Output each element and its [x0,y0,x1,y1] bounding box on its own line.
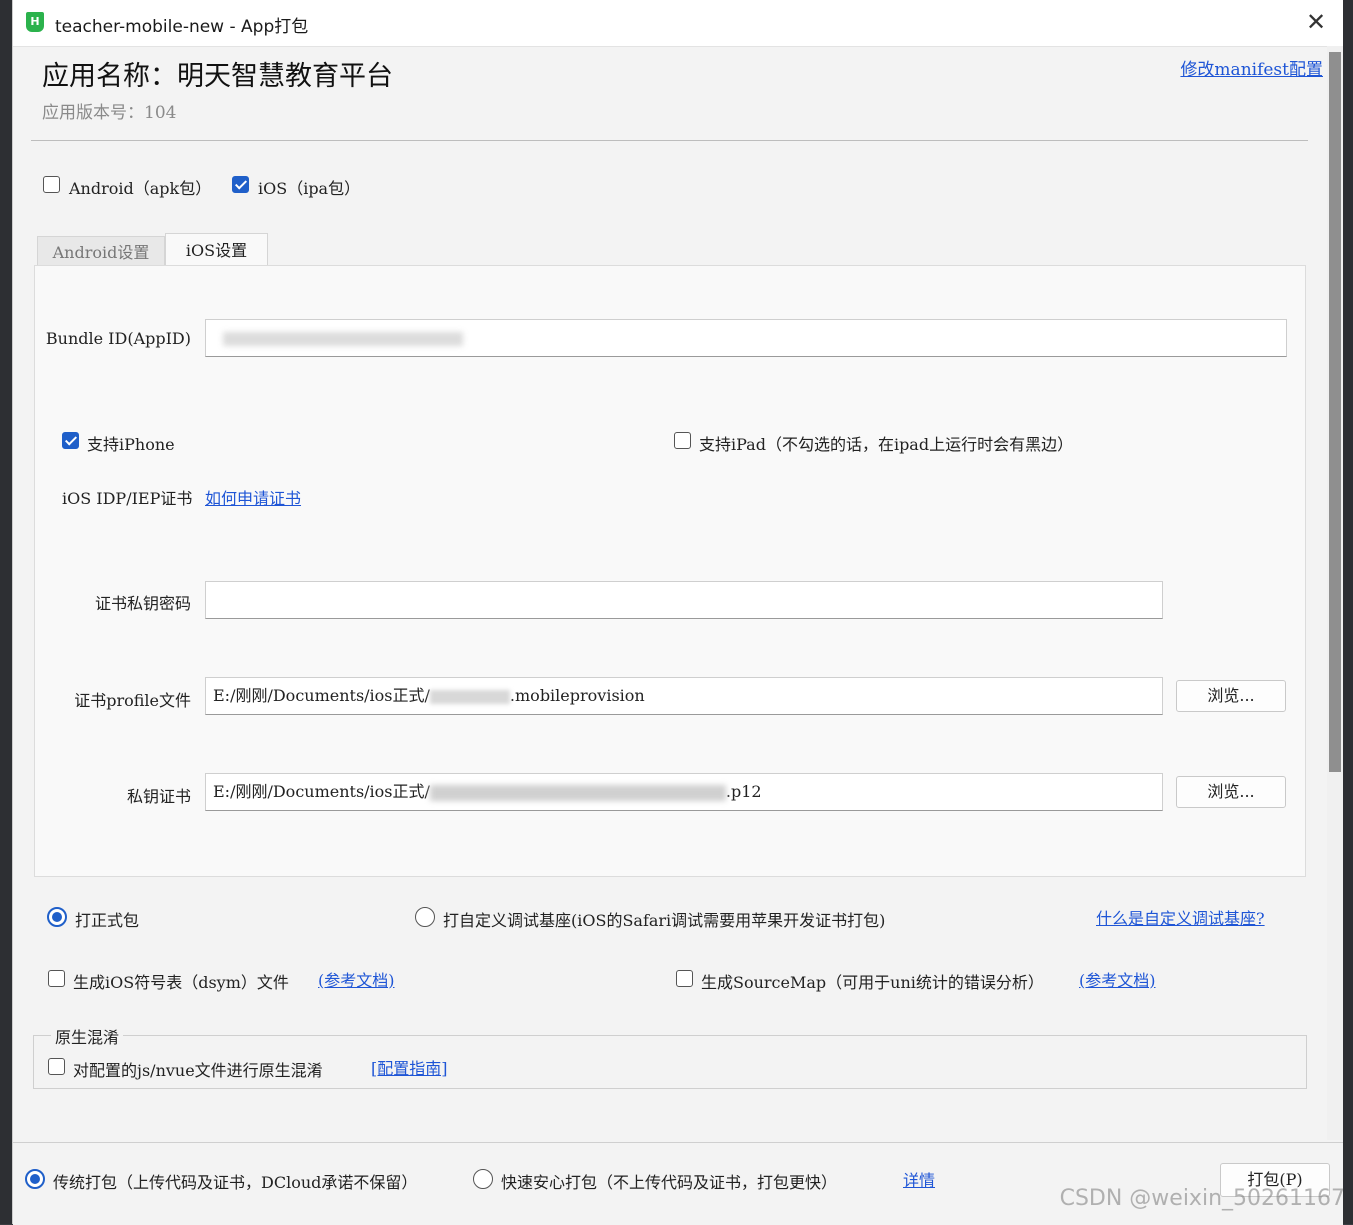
bundle-id-label: Bundle ID(AppID) [45,329,191,348]
how-to-apply-cert-link[interactable]: 如何申请证书 [205,485,301,509]
header-divider [31,140,1308,141]
private-key-password-label: 证书私钥密码 [94,594,191,613]
custom-base-radio[interactable] [415,907,435,927]
sourcemap-label: 生成SourceMap（可用于uni统计的错误分析） [701,973,1044,992]
vertical-scrollbar[interactable] [1327,46,1343,1140]
background-editor-strip-right [1342,0,1353,1224]
pack-details-link[interactable]: 详情 [903,1167,935,1191]
profile-path-suffix: .mobileprovision [509,686,645,705]
support-iphone-checkbox[interactable] [62,432,79,449]
private-cert-path-suffix: .p12 [725,782,762,801]
traditional-pack-radio[interactable] [25,1169,45,1189]
hbuilder-logo-icon: H [26,12,44,32]
dsym-docs-link[interactable]: (参考文档) [318,967,395,991]
redacted-private-cert-name [429,784,726,801]
obfuscation-checkbox[interactable] [48,1058,65,1075]
dsym-label: 生成iOS符号表（dsym）文件 [73,973,289,992]
background-editor-strip-left [0,0,12,1224]
app-pack-dialog: H teacher-mobile-new - App打包 ✕ 应用名称：明天智慧… [12,0,1343,1225]
dsym-checkbox[interactable] [48,970,65,987]
csdn-watermark: CSDN @weixin_50261167 [1059,1186,1345,1211]
support-ipad-label: 支持iPad（不勾选的话，在ipad上运行时会有黑边） [699,435,1074,454]
private-cert-path-prefix: E:/刚刚/Documents/ios正式/ [213,782,430,801]
native-obfuscation-title: 原生混淆 [51,1024,124,1048]
fast-pack-label: 快速安心打包（不上传代码及证书，打包更快） [501,1173,838,1192]
release-build-label: 打正式包 [75,911,140,930]
redacted-profile-name [429,689,510,704]
ios-label: iOS（ipa包） [258,179,361,198]
dialog-title: teacher-mobile-new - App打包 [55,17,309,37]
android-checkbox[interactable] [43,176,60,193]
ios-checkbox[interactable] [232,176,249,193]
dialog-titlebar: H teacher-mobile-new - App打包 ✕ [13,0,1343,47]
tab-ios-settings[interactable]: iOS设置 [165,233,268,268]
tab-android-settings[interactable]: Android设置 [37,236,165,268]
obfuscation-guide-link[interactable]: [配置指南] [371,1055,448,1079]
app-version: 应用版本号：104 [42,103,177,123]
browse-private-cert-button[interactable]: 浏览... [1176,776,1286,808]
profile-file-input[interactable]: E:/刚刚/Documents/ios正式/ .mobileprovision [205,677,1163,715]
fast-pack-radio[interactable] [473,1169,493,1189]
browse-profile-button[interactable]: 浏览... [1176,680,1286,712]
support-iphone-label: 支持iPhone [87,435,175,454]
custom-base-help-link[interactable]: 什么是自定义调试基座? [1096,905,1265,929]
scrollbar-thumb[interactable] [1329,52,1341,772]
private-key-password-input[interactable] [205,581,1163,619]
traditional-pack-label: 传统打包（上传代码及证书，DCloud承诺不保留） [53,1173,418,1192]
obfuscation-label: 对配置的js/nvue文件进行原生混淆 [73,1061,323,1080]
profile-path-prefix: E:/刚刚/Documents/ios正式/ [213,686,430,705]
ios-cert-label: iOS IDP/IEP证书 [62,489,193,508]
edit-manifest-link[interactable]: 修改manifest配置 [1180,55,1323,80]
support-ipad-checkbox[interactable] [674,432,691,449]
redacted-bundle-id [223,332,463,346]
custom-base-label: 打自定义调试基座(iOS的Safari调试需要用苹果开发证书打包) [443,911,886,930]
release-build-radio[interactable] [47,907,67,927]
android-label: Android（apk包） [69,179,212,198]
profile-file-label: 证书profile文件 [74,691,191,710]
sourcemap-checkbox[interactable] [676,970,693,987]
close-icon[interactable]: ✕ [1303,8,1329,36]
app-name: 应用名称：明天智慧教育平台 [42,61,393,92]
sourcemap-docs-link[interactable]: (参考文档) [1079,967,1156,991]
private-cert-label: 私钥证书 [126,787,191,806]
private-cert-input[interactable]: E:/刚刚/Documents/ios正式/ .p12 [205,773,1163,811]
